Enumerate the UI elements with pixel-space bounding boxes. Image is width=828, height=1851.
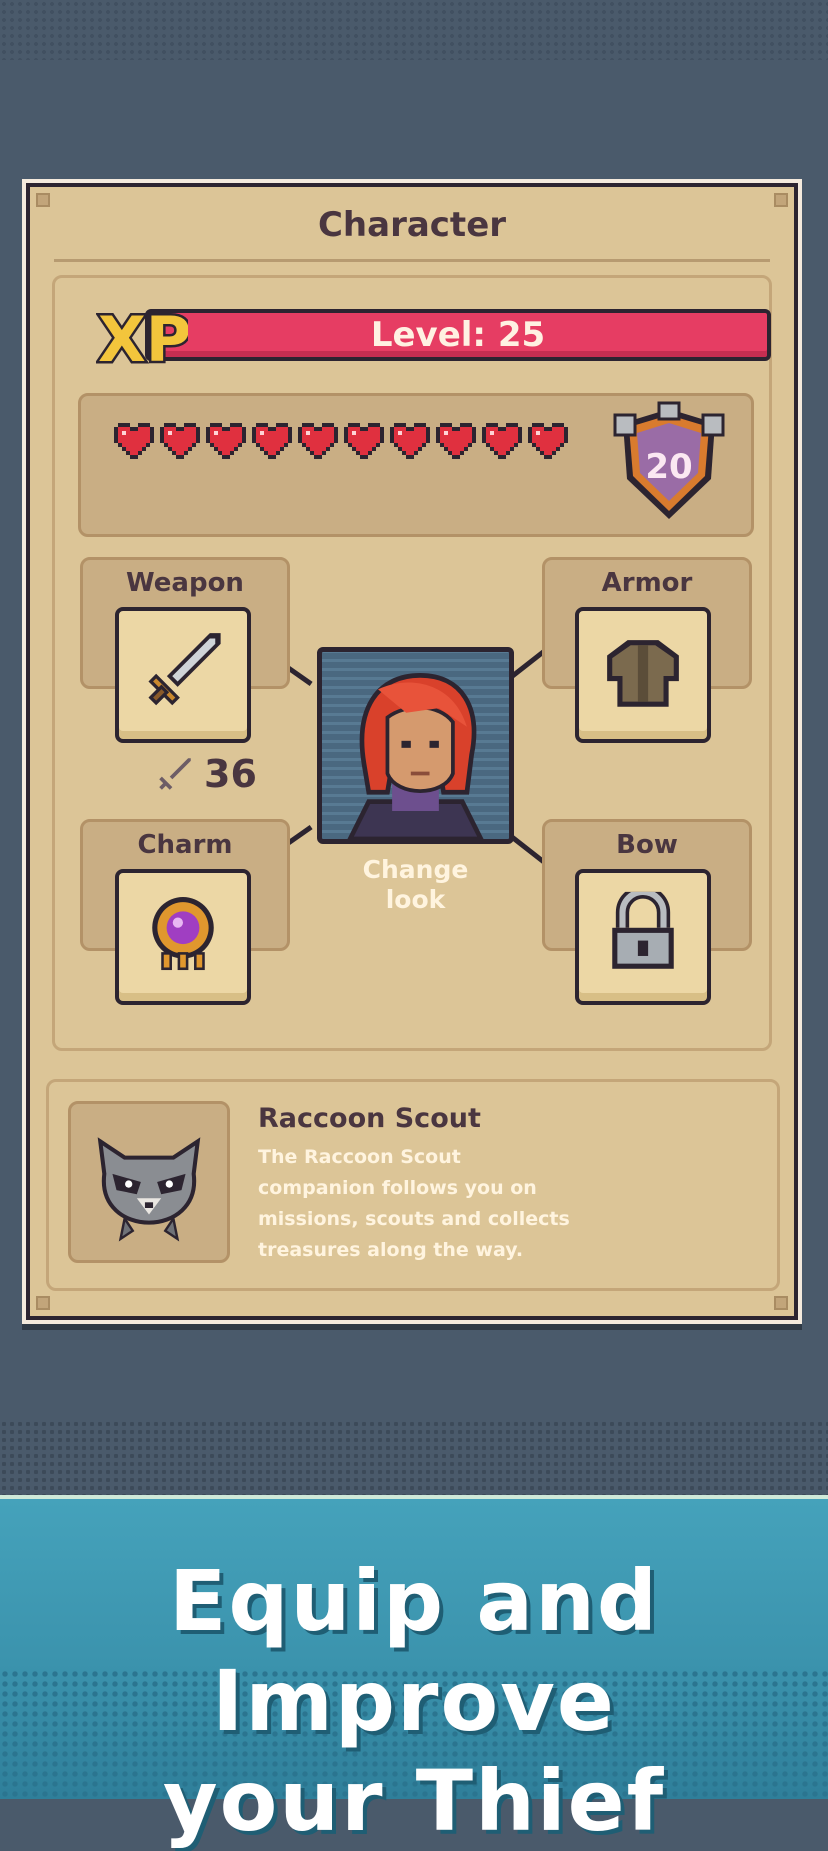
promo-headline-line2: your Thief <box>162 1752 666 1850</box>
heart-icon <box>252 423 292 459</box>
charm-label: Charm <box>137 830 233 860</box>
heart-icon <box>298 423 338 459</box>
heart-icon <box>160 423 200 459</box>
armor-label: Armor <box>601 568 693 598</box>
sword-icon <box>148 633 221 706</box>
weapon-slot-button[interactable] <box>115 607 251 743</box>
xp-badge-text: XP <box>98 303 188 371</box>
companion-desc-line: companion follows you on <box>258 1177 537 1199</box>
weapon-label: Weapon <box>126 568 244 598</box>
title-divider <box>54 259 770 262</box>
armor-slot-button[interactable] <box>575 607 711 743</box>
heart-icon <box>482 423 522 459</box>
health-hearts <box>114 423 568 459</box>
companion-desc-line: treasures along the way. <box>258 1239 524 1261</box>
heart-icon <box>528 423 568 459</box>
companion-name: Raccoon Scout <box>258 1103 481 1134</box>
panel-title: Character <box>317 205 507 245</box>
jacket-icon <box>607 640 679 707</box>
raccoon-icon <box>97 1137 201 1242</box>
change-look-line2: look <box>385 885 446 914</box>
armor-shield-badge: 20 <box>607 401 731 527</box>
xp-level-bar: Level: 25 <box>145 309 771 361</box>
bow-slot-button[interactable] <box>575 869 711 1005</box>
heart-icon <box>436 423 476 459</box>
bow-label: Bow <box>616 830 678 860</box>
character-portrait[interactable] <box>317 647 514 844</box>
xp-badge-icon: XP <box>96 301 188 372</box>
companion-desc-line: missions, scouts and collects <box>258 1208 570 1230</box>
companion-portrait <box>68 1101 230 1263</box>
charm-slot-button[interactable] <box>115 869 251 1005</box>
character-panel: Character Level: 25 XP 20 Weapon 36 Armo… <box>26 183 798 1320</box>
promo-banner: Equip and Improve your Thief <box>0 1495 828 1850</box>
panel-corner <box>36 1296 50 1310</box>
lock-icon <box>612 891 674 969</box>
level-text: Level: 25 <box>370 315 546 355</box>
heart-icon <box>344 423 384 459</box>
armor-value: 20 <box>645 447 693 487</box>
change-look-button[interactable]: Change look <box>317 855 514 915</box>
damage-sword-icon <box>159 758 191 790</box>
weapon-damage-stat: 36 <box>154 752 257 796</box>
companion-desc-line: The Raccoon Scout <box>258 1146 461 1168</box>
companion-description: The Raccoon Scout companion follows you … <box>258 1142 578 1266</box>
change-look-line1: Change <box>362 855 469 884</box>
heart-icon <box>114 423 154 459</box>
weapon-damage-value: 36 <box>204 752 257 796</box>
top-dither-pattern <box>0 0 828 60</box>
promo-headline-line1: Equip and Improve <box>168 1552 660 1750</box>
heart-icon <box>390 423 430 459</box>
promo-headline: Equip and Improve your Thief <box>0 1551 828 1851</box>
panel-corner <box>774 1296 788 1310</box>
thief-avatar-icon <box>347 673 484 839</box>
bottom-dither-pattern <box>0 1420 828 1500</box>
heart-icon <box>206 423 246 459</box>
amulet-icon <box>152 897 214 971</box>
